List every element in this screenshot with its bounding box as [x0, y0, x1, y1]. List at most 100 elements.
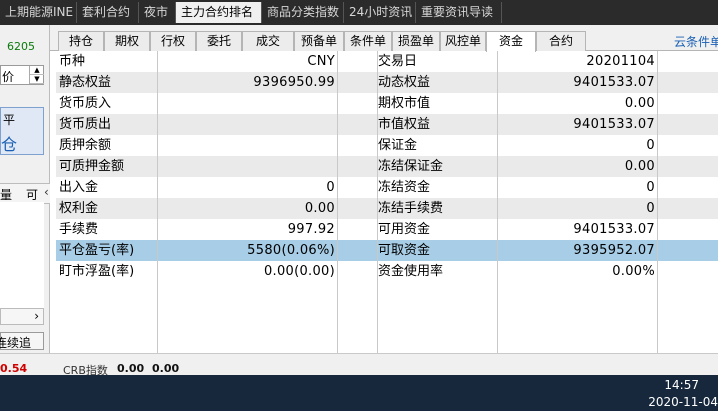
header-available: 可 [26, 188, 39, 202]
funds-value: 0 [498, 177, 658, 198]
funds-label: 冻结保证金 [378, 156, 498, 177]
funds-spacer [658, 198, 718, 219]
crb-index-value: 0.00 [117, 362, 145, 375]
funds-spacer [338, 198, 378, 219]
tab-orders[interactable]: 委托 [196, 31, 242, 51]
column-divider [497, 282, 498, 353]
funds-label: 平仓盈亏(率) [56, 240, 158, 261]
funds-label: 期权市值 [378, 93, 498, 114]
funds-label: 可质押金额 [56, 156, 158, 177]
top-tab-main-ranking[interactable]: 主力合约排名 [176, 2, 262, 23]
tab-positions[interactable]: 持仓 [58, 31, 104, 51]
funds-label: 出入金 [56, 177, 158, 198]
close-position-button[interactable]: 平 仓 [0, 107, 44, 155]
funds-value [158, 114, 338, 135]
funds-label: 可取资金 [378, 240, 498, 261]
top-tab-ine[interactable]: 上期能源INE [0, 2, 77, 23]
scroll-right-icon[interactable]: › [34, 309, 39, 323]
column-divider [337, 282, 338, 353]
table-row: 手续费 997.92 可用资金 9401533.07 [56, 219, 718, 240]
funds-label: 货币质出 [56, 114, 158, 135]
funds-value: 0.00(0.00) [158, 261, 338, 282]
horizontal-scrollbar[interactable]: › [0, 308, 44, 325]
table-row: 出入金 0 冻结资金 0 [56, 177, 718, 198]
price-stepper[interactable]: ▲ ▼ [29, 66, 44, 84]
top-tab-night[interactable]: 夜市 [139, 2, 176, 23]
tab-conditional-orders[interactable]: 条件单 [344, 31, 392, 51]
close-button-label-bottom: 仓 [1, 135, 18, 154]
top-tab-key-news[interactable]: 重要资讯导读 [416, 2, 502, 23]
close-button-label-top: 平 [3, 113, 16, 127]
table-row: 币种 CNY 交易日 20201104 [56, 51, 718, 72]
funds-label: 冻结资金 [378, 177, 498, 198]
account-tab-bar: 持仓 期权 行权 委托 成交 预备单 条件单 损盈单 风控单 资金 合约 [50, 25, 718, 52]
funds-spacer [658, 156, 718, 177]
column-divider [157, 282, 158, 353]
stepper-down-icon[interactable]: ▼ [30, 75, 44, 84]
order-panel: 6205 价 ▲ ▼ 平 仓 量 可 ‹ › 连续追 [0, 25, 50, 353]
funds-value: 0 [498, 198, 658, 219]
funds-spacer [658, 135, 718, 156]
funds-value: 0.00 [158, 198, 338, 219]
tab-trades[interactable]: 成交 [242, 31, 294, 51]
tab-stop-orders[interactable]: 损盈单 [392, 31, 440, 51]
funds-spacer [338, 72, 378, 93]
funds-label: 币种 [56, 51, 158, 72]
clock-time[interactable]: 14:57 [664, 378, 699, 392]
funds-label: 冻结手续费 [378, 198, 498, 219]
funds-value: 0 [498, 135, 658, 156]
funds-label: 手续费 [56, 219, 158, 240]
funds-value: 9401533.07 [498, 114, 658, 135]
tab-funds[interactable]: 资金 [486, 31, 536, 52]
cloud-conditional-link[interactable]: 云条件单 [674, 33, 718, 50]
status-bar: 0.54 CRB指数 0.00 0.00 [0, 353, 718, 377]
top-tab-arbitrage[interactable]: 套利合约 [77, 2, 139, 23]
funds-spacer [658, 72, 718, 93]
clock-date[interactable]: 2020-11-04 [648, 395, 718, 409]
funds-value: CNY [158, 51, 338, 72]
top-tab-commodity-index[interactable]: 商品分类指数 [262, 2, 344, 23]
funds-spacer [338, 219, 378, 240]
collapse-left-icon[interactable]: ‹ [44, 185, 49, 199]
funds-value: 997.92 [158, 219, 338, 240]
funds-label: 可用资金 [378, 219, 498, 240]
funds-label: 权利金 [56, 198, 158, 219]
funds-label: 动态权益 [378, 72, 498, 93]
tab-options[interactable]: 期权 [104, 31, 150, 51]
table-row: 静态权益 9396950.99 动态权益 9401533.07 [56, 72, 718, 93]
status-change-value: 0.54 [0, 362, 28, 375]
funds-value: 0.00% [498, 261, 658, 282]
funds-value [158, 156, 338, 177]
table-row-selected[interactable]: 平仓盈亏(率) 5580(0.06%) 可取资金 9395952.07 [56, 240, 718, 261]
funds-spacer [658, 93, 718, 114]
tab-exercise[interactable]: 行权 [150, 31, 196, 51]
column-divider [657, 282, 658, 353]
tab-prepared-orders[interactable]: 预备单 [294, 31, 344, 51]
funds-label: 交易日 [378, 51, 498, 72]
funds-value: 0.00 [498, 93, 658, 114]
stepper-up-icon[interactable]: ▲ [30, 66, 44, 75]
funds-spacer [658, 114, 718, 135]
table-row: 货币质入 期权市值 0.00 [56, 93, 718, 114]
header-qty: 量 [0, 188, 13, 202]
table-row: 货币质出 市值权益 9401533.07 [56, 114, 718, 135]
funds-label: 保证金 [378, 135, 498, 156]
funds-value: 0.00 [498, 156, 658, 177]
table-row: 可质押金额 冻结保证金 0.00 [56, 156, 718, 177]
funds-spacer [338, 156, 378, 177]
contract-code: 6205 [7, 40, 35, 53]
funds-spacer [338, 114, 378, 135]
continuous-chase-button[interactable]: 连续追 [0, 332, 44, 350]
tab-contracts[interactable]: 合约 [536, 31, 586, 51]
top-tab-24h-news[interactable]: 24小时资讯 [344, 2, 416, 23]
funds-value: 20201104 [498, 51, 658, 72]
position-list-header: 量 可 [0, 183, 50, 204]
crb-index-change: 0.00 [152, 362, 180, 375]
tab-risk-orders[interactable]: 风控单 [440, 31, 486, 51]
funds-spacer [658, 219, 718, 240]
position-list[interactable] [0, 202, 44, 322]
funds-value: 9395952.07 [498, 240, 658, 261]
funds-value: 9401533.07 [498, 72, 658, 93]
funds-empty-area [56, 282, 718, 353]
funds-value: 9401533.07 [498, 219, 658, 240]
